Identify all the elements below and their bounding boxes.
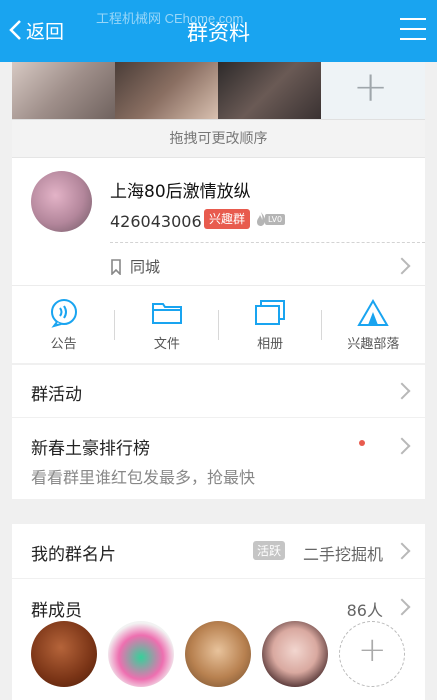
row-label: 群活动 (31, 385, 82, 405)
member-avatar[interactable] (185, 621, 251, 687)
group-tools: 公告 文件 相册 兴趣部落 (12, 285, 425, 364)
chevron-right-icon (393, 437, 411, 455)
plus-icon: + (358, 630, 387, 670)
member-avatars: + (31, 621, 405, 687)
page-title: 群资料 (187, 21, 250, 45)
chevron-right-icon (393, 257, 411, 275)
member-avatar[interactable] (108, 621, 174, 687)
my-card-row[interactable]: 我的群名片 活跃 二手挖掘机 (12, 524, 425, 578)
photo-strip: + (12, 62, 425, 119)
group-avatar[interactable] (31, 171, 92, 232)
row-label: 新春土豪排行榜 (31, 439, 150, 459)
group-type-badge: 兴趣群 (204, 209, 251, 229)
plus-icon: + (353, 62, 389, 111)
add-photo-button[interactable]: + (321, 62, 425, 119)
level-text: LV0 (265, 213, 286, 225)
ranking-row[interactable]: 新春土豪排行榜 看看群里谁红包发最多，抢最快 (12, 418, 425, 499)
tool-label: 公告 (50, 337, 77, 352)
group-activity-row[interactable]: 群活动 (12, 365, 425, 417)
member-avatar[interactable] (31, 621, 97, 687)
members-row[interactable]: 群成员 86人 + (12, 579, 425, 700)
group-photo[interactable] (12, 62, 115, 119)
member-count: 86人 (346, 601, 383, 620)
announcement-icon (50, 299, 77, 328)
my-card-value: 二手挖掘机 (302, 545, 383, 564)
row-label: 我的群名片 (31, 545, 116, 565)
group-name: 上海80后激情放纵 (110, 182, 251, 202)
divider (110, 242, 425, 243)
top-bar: 返回 工程机械网 CEhome.com 群资料 (0, 0, 437, 62)
member-avatar[interactable] (262, 621, 328, 687)
tool-announcement[interactable]: 公告 (12, 286, 116, 364)
chevron-right-icon (393, 382, 411, 400)
add-member-button[interactable]: + (339, 621, 405, 687)
group-info-card: 上海80后激情放纵 426043006 兴趣群 LV0 同城 公告 文件 相册 … (12, 157, 425, 363)
drag-tip: 拖拽可更改顺序 (12, 119, 425, 157)
tool-album[interactable]: 相册 (219, 286, 322, 364)
tool-tribe[interactable]: 兴趣部落 (322, 286, 425, 364)
tool-label: 兴趣部落 (347, 337, 400, 352)
bookmark-icon (111, 258, 121, 275)
folder-icon (151, 303, 182, 324)
activity-tag: 活跃 (252, 541, 285, 560)
tool-label: 文件 (153, 337, 180, 352)
chevron-right-icon (393, 598, 411, 616)
location-label: 同城 (130, 258, 161, 276)
location-row[interactable]: 同城 (110, 256, 160, 277)
tool-files[interactable]: 文件 (115, 286, 219, 364)
tent-icon (357, 299, 390, 326)
album-icon (255, 300, 286, 325)
unread-dot (359, 440, 365, 446)
level-badge: LV0 (255, 209, 286, 229)
row-label: 群成员 (31, 601, 82, 621)
tool-label: 相册 (257, 337, 284, 352)
row-subtitle: 看看群里谁红包发最多，抢最快 (31, 468, 256, 487)
group-id: 426043006 (110, 212, 202, 231)
group-photo[interactable] (218, 62, 321, 119)
group-photo[interactable] (115, 62, 218, 119)
menu-icon[interactable] (400, 18, 426, 40)
chevron-right-icon (393, 542, 411, 560)
